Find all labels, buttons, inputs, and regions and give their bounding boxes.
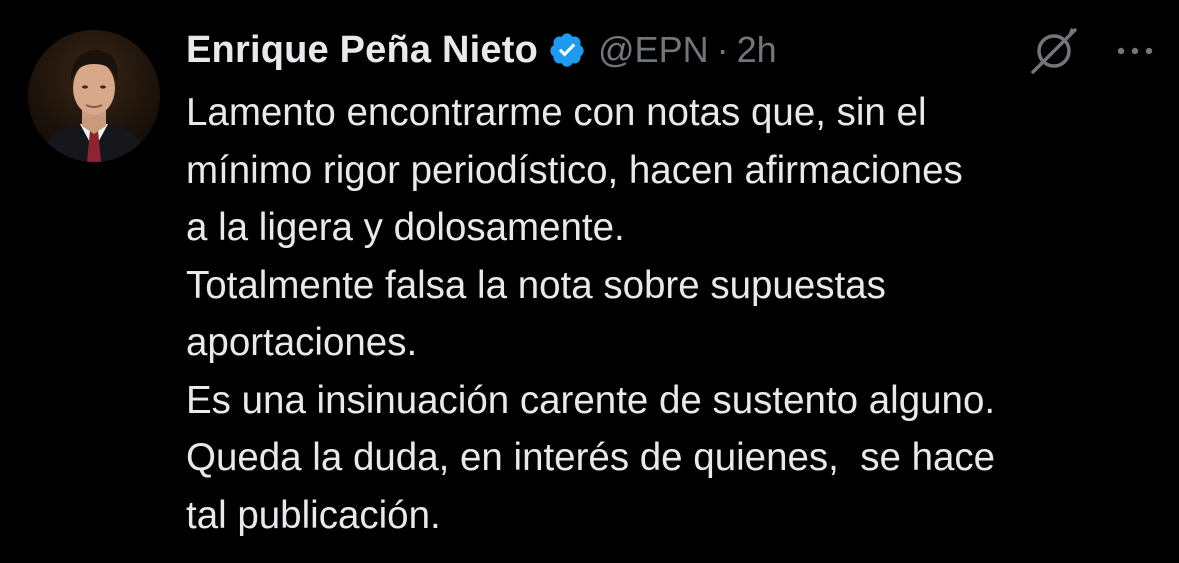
tweet-text-line: Lamento encontrarme con notas que, sin e…	[186, 91, 927, 134]
tweet-text-line: a la ligera y dolosamente.	[186, 206, 625, 249]
more-options-icon[interactable]	[1115, 43, 1155, 59]
tweet-text: Lamento encontrarme con notas que, sin e…	[186, 84, 1161, 544]
author-handle[interactable]: @EPN	[598, 29, 709, 71]
tweet-text-line: Es una insinuación carente de sustento a…	[186, 378, 996, 422]
header-separator: ·	[716, 29, 729, 70]
tweet-text-line: Queda la duda, en interés de quienes, se…	[186, 436, 996, 479]
tweet-text-line: tal publicación.	[186, 493, 441, 537]
tweet-timestamp[interactable]: 2h	[737, 29, 777, 71]
verified-badge-icon[interactable]	[548, 31, 586, 69]
tweet-text-line: aportaciones.	[186, 321, 418, 364]
tweet-actions	[1027, 24, 1155, 78]
author-avatar[interactable]	[28, 30, 160, 162]
tweet-text-line: Totalmente falsa la nota sobre supuestas	[186, 263, 886, 307]
grok-icon[interactable]	[1027, 24, 1081, 78]
author-display-name[interactable]: Enrique Peña Nieto	[186, 29, 538, 72]
tweet-text-line: mínimo rigor periodístico, hacen afirmac…	[186, 148, 963, 192]
tweet-header: Enrique Peña Nieto @EPN · 2h	[186, 26, 777, 74]
tweet-card[interactable]: Enrique Peña Nieto @EPN · 2h Lamento enc…	[0, 0, 1179, 563]
avatar-image	[28, 30, 160, 162]
